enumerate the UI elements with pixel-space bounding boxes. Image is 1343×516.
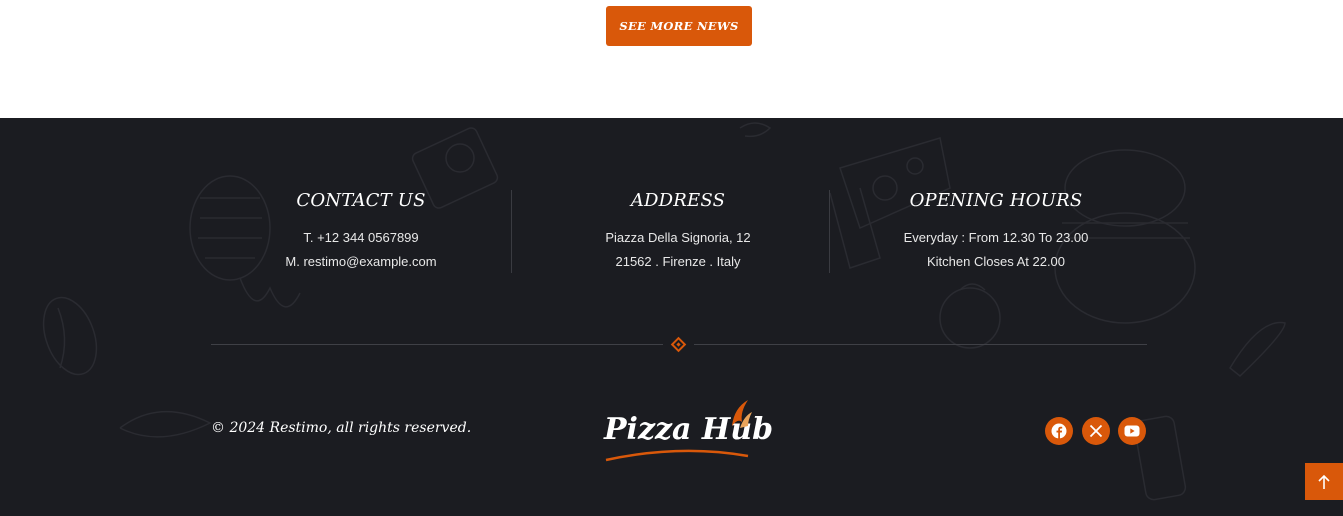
hours-line-1: Everyday : From 12.30 To 23.00 [903,230,1089,245]
address-line-1: Piazza Della Signoria, 12 [605,230,751,245]
x-twitter-icon [1089,424,1103,438]
address-heading: ADDRESS [630,190,726,211]
contact-phone[interactable]: T. +12 344 0567899 [202,226,520,250]
facebook-icon [1051,423,1067,439]
footer-divider-right [694,344,1147,345]
contact-email[interactable]: M. restimo@example.com [202,250,520,274]
pizza-hub-logo[interactable]: Pizza Hub [600,398,773,464]
x-twitter-link[interactable] [1082,417,1110,445]
logo-flame-icon [605,400,752,462]
hours-line-2: Kitchen Closes At 22.00 [926,254,1066,269]
contact-us-heading: CONTACT US [296,190,426,211]
facebook-link[interactable] [1045,417,1073,445]
opening-hours-column: OPENING HOURS Everyday : From 12.30 To 2… [837,190,1155,274]
copyright-text: © 2024 Restimo, all rights reserved. [211,420,472,436]
scroll-to-top-button[interactable] [1305,463,1343,500]
address-line-2: 21562 . Firenze . Italy [615,254,741,269]
arrow-up-icon [1318,474,1330,489]
youtube-icon [1124,425,1140,437]
opening-hours-heading: OPENING HOURS [909,190,1083,211]
news-section-bottom: SEE MORE NEWS [0,0,1343,118]
column-divider [511,190,512,273]
site-footer: CONTACT US T. +12 344 0567899 M. restimo… [0,118,1343,516]
column-divider [829,190,830,273]
address-column: ADDRESS Piazza Della Signoria, 12 21562 … [519,190,837,274]
contact-us-column: CONTACT US T. +12 344 0567899 M. restimo… [202,190,520,274]
youtube-link[interactable] [1118,417,1146,445]
footer-divider-left [211,344,663,345]
see-more-news-button[interactable]: SEE MORE NEWS [606,6,752,46]
